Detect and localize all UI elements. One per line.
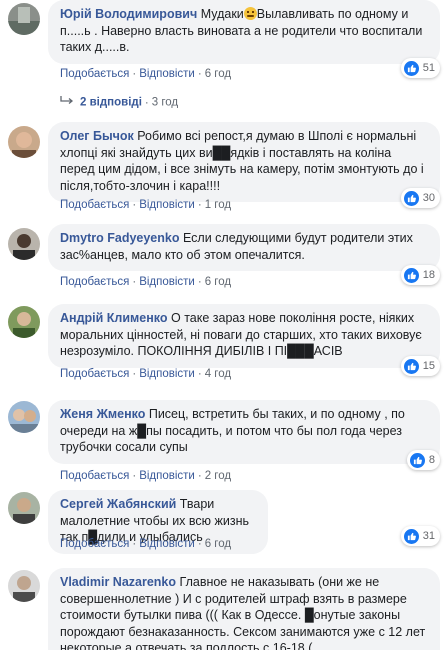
avatar[interactable] — [8, 126, 40, 158]
comment-time[interactable]: 4 год — [205, 368, 231, 380]
like-icon — [403, 267, 419, 283]
reactions-count[interactable]: 8 — [406, 450, 440, 470]
reactions-number: 31 — [422, 530, 435, 542]
comment-author[interactable]: Андрій Клименко — [60, 311, 168, 325]
like-button[interactable]: Подобається — [60, 199, 129, 211]
separator: · — [197, 368, 202, 380]
comment-author[interactable]: Vladimir Nazarenko — [60, 575, 176, 589]
like-icon — [403, 358, 419, 374]
comment-time[interactable]: 6 год — [205, 68, 231, 80]
comment-author[interactable]: Dmytro Fadyeyenko — [60, 231, 179, 245]
avatar[interactable] — [8, 492, 40, 524]
reply-button[interactable]: Відповісти — [139, 470, 195, 482]
like-button[interactable]: Подобається — [60, 538, 129, 550]
comment-actions: Подобається · Відповісти · 6 год — [60, 538, 231, 550]
comment-bubble: Юрій Володимирович Мудаки Вылавливать по … — [48, 0, 440, 64]
replies-count[interactable]: 2 відповіді — [80, 97, 142, 109]
angry-face-icon — [243, 7, 257, 20]
comment-author[interactable]: Олег Бычок — [60, 129, 134, 143]
comment-bubble: Олег Бычок Робимо всі репост,я думаю в Ш… — [48, 122, 440, 202]
comment-bubble: Dmytro Fadyeyenko Если следующими будут … — [48, 224, 440, 271]
like-button[interactable]: Подобається — [60, 470, 129, 482]
like-button[interactable]: Подобається — [60, 68, 129, 80]
like-button[interactable]: Подобається — [60, 276, 129, 288]
comment-bubble: Женя Жменко Писец, встретить бы таких, и… — [48, 400, 440, 464]
replies-time: 3 год — [151, 96, 179, 109]
separator: · — [144, 96, 149, 109]
like-button[interactable]: Подобається — [60, 368, 129, 380]
view-replies-link[interactable]: 2 відповіді · 3 год — [60, 96, 178, 109]
comment-actions: Подобається · Відповісти · 6 год — [60, 276, 231, 288]
reply-arrow-icon — [60, 96, 74, 109]
reactions-number: 8 — [428, 454, 435, 466]
separator: · — [197, 199, 202, 211]
comment-time[interactable]: 2 год — [205, 470, 231, 482]
comment-author[interactable]: Юрій Володимирович — [60, 7, 197, 21]
separator: · — [132, 276, 137, 288]
comment-time[interactable]: 1 год — [205, 199, 231, 211]
comment-actions: Подобається · Відповісти · 2 год — [60, 470, 231, 482]
reply-button[interactable]: Відповісти — [139, 199, 195, 211]
comment-time[interactable]: 6 год — [205, 538, 231, 550]
reactions-count[interactable]: 31 — [400, 526, 440, 546]
comment-item: Сергей Жабянский Твари малолетние чтобы … — [8, 490, 440, 558]
avatar[interactable] — [8, 306, 40, 338]
comment-item: Юрій Володимирович Мудаки Вылавливать по … — [8, 0, 440, 120]
separator: · — [132, 368, 137, 380]
separator: · — [197, 470, 202, 482]
separator: · — [132, 538, 137, 550]
reactions-count[interactable]: 15 — [400, 356, 440, 376]
reactions-number: 30 — [422, 192, 435, 204]
separator: · — [132, 68, 137, 80]
reactions-count[interactable]: 30 — [400, 188, 440, 208]
comment-actions: Подобається · Відповісти · 6 год — [60, 68, 231, 80]
separator: · — [132, 470, 137, 482]
like-icon — [403, 528, 419, 544]
reply-button[interactable]: Відповісти — [139, 368, 195, 380]
avatar[interactable] — [8, 401, 40, 433]
like-icon — [403, 60, 419, 76]
comment-actions: Подобається · Відповісти · 1 год — [60, 199, 231, 211]
separator: · — [197, 276, 202, 288]
comment-text-part: Мудаки — [200, 7, 244, 21]
separator: · — [197, 68, 202, 80]
comment-item: Олег Бычок Робимо всі репост,я думаю в Ш… — [8, 122, 440, 217]
like-icon — [403, 190, 419, 206]
separator: · — [197, 538, 202, 550]
reactions-number: 51 — [422, 62, 435, 74]
comment-bubble: Андрій Клименко О таке зараз нове поколі… — [48, 304, 440, 368]
comment-item: Dmytro Fadyeyenko Если следующими будут … — [8, 224, 440, 294]
reply-button[interactable]: Відповісти — [139, 68, 195, 80]
reactions-count[interactable]: 18 — [400, 265, 440, 285]
comment-author[interactable]: Сергей Жабянский — [60, 497, 176, 511]
comment-item: Андрій Клименко О таке зараз нове поколі… — [8, 304, 440, 390]
reply-button[interactable]: Відповісти — [139, 276, 195, 288]
separator: · — [132, 199, 137, 211]
comment-item: Vladimir Nazarenko Главное не наказывать… — [8, 568, 440, 650]
reactions-count[interactable]: 51 — [400, 58, 440, 78]
comment-author[interactable]: Женя Жменко — [60, 407, 145, 421]
comment-actions: Подобається · Відповісти · 4 год — [60, 368, 231, 380]
avatar[interactable] — [8, 3, 40, 35]
comment-item: Женя Жменко Писец, встретить бы таких, и… — [8, 400, 440, 486]
avatar[interactable] — [8, 570, 40, 602]
avatar[interactable] — [8, 228, 40, 260]
comment-bubble: Vladimir Nazarenko Главное не наказывать… — [48, 568, 440, 650]
reply-button[interactable]: Відповісти — [139, 538, 195, 550]
like-icon — [409, 452, 425, 468]
reactions-number: 18 — [422, 269, 435, 281]
reactions-number: 15 — [422, 360, 435, 372]
comment-time[interactable]: 6 год — [205, 276, 231, 288]
